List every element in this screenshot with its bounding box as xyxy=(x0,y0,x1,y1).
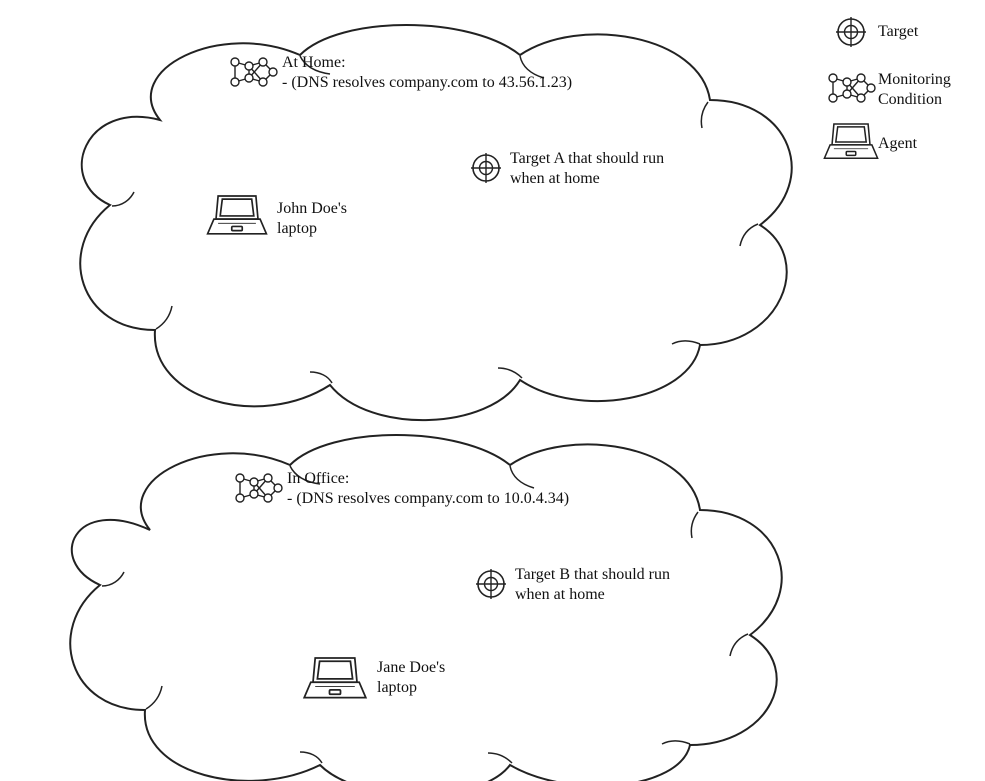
home-condition-title: At Home: xyxy=(282,53,346,73)
office-agent-name: Jane Doe's laptop xyxy=(377,658,445,698)
legend xyxy=(824,17,877,158)
legend-condition-label: Monitoring Condition xyxy=(878,70,951,110)
legend-agent-icon xyxy=(824,124,877,158)
home-condition-detail: - (DNS resolves company.com to 43.56.1.2… xyxy=(282,73,572,93)
home-agent-name: John Doe's laptop xyxy=(277,199,347,239)
office-condition-title: In Office: xyxy=(287,469,349,489)
home-target-text: Target A that should run when at home xyxy=(510,149,740,189)
office-target-text: Target B that should run when at home xyxy=(515,565,745,605)
cloud-office-outline xyxy=(70,435,781,781)
cloud-office xyxy=(70,435,781,781)
office-condition-detail: - (DNS resolves company.com to 10.0.4.34… xyxy=(287,489,569,509)
legend-condition-icon xyxy=(829,74,875,102)
legend-agent-label: Agent xyxy=(878,134,917,154)
legend-target-icon xyxy=(836,17,866,47)
legend-target-label: Target xyxy=(878,22,918,42)
